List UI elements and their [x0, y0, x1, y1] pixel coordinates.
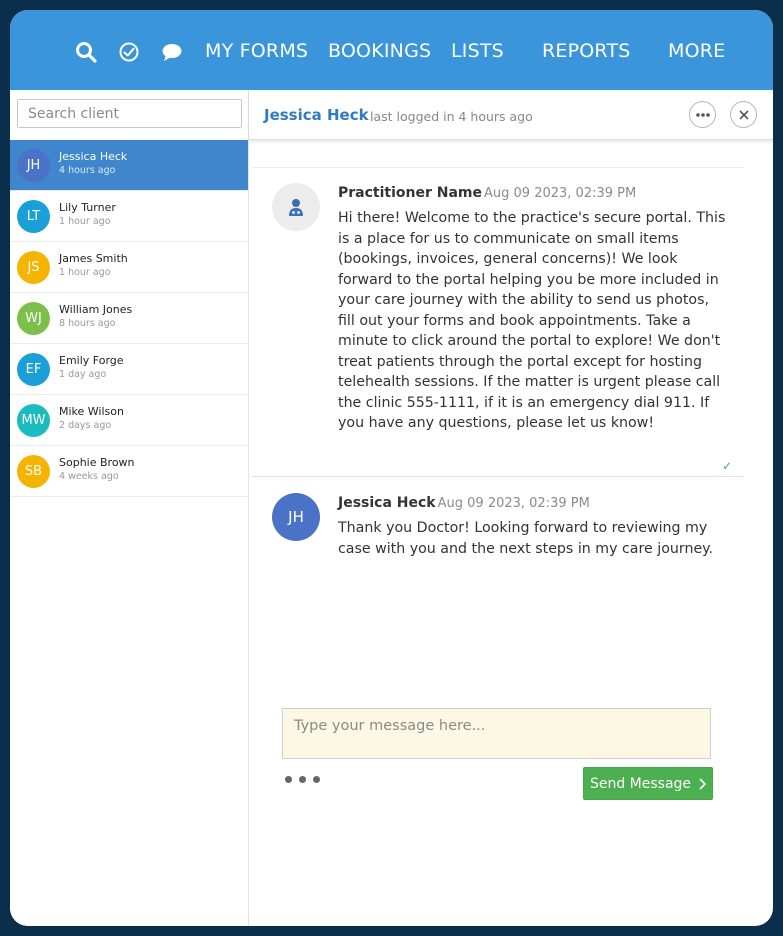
- author-name: Practitioner Name: [338, 185, 482, 201]
- client-sidebar: JH Jessica Heck 4 hours ago LT Lily Turner 1 …: [10, 90, 249, 926]
- send-message-button[interactable]: Send Message: [583, 767, 713, 800]
- close-chat-button[interactable]: [730, 101, 757, 128]
- app-frame: MY FORMS BOOKINGS LISTS REPORTS MORE JHJ…: [10, 10, 773, 926]
- client-last-seen: 2 days ago: [59, 420, 112, 431]
- message-client: JH Jessica Heck Aug 09 2023, 02:39 PM Tha…: [252, 477, 744, 577]
- search-icon[interactable]: [74, 41, 98, 63]
- client-name: William Jones: [59, 303, 133, 316]
- client-name: Lily Turner: [59, 201, 116, 214]
- client-avatar: JH: [17, 149, 50, 182]
- message-body: Thank you Doctor! Looking forward to rev…: [338, 520, 714, 557]
- client-name: Mike Wilson: [59, 405, 124, 418]
- client-avatar: WJ: [17, 302, 50, 335]
- close-icon: [738, 109, 749, 120]
- client-avatar: LT: [17, 200, 50, 233]
- client-list: JH Jessica Heck 4 hours ago LT Lily Turner 1 …: [10, 140, 248, 497]
- more-options-button[interactable]: [689, 101, 716, 128]
- chat-panel: Jessica Heck last logged in 4 hours ago …: [249, 90, 773, 926]
- client-row[interactable]: JS James Smith 1 hour ago: [10, 242, 248, 293]
- message-composer[interactable]: [282, 708, 711, 759]
- more-horizontal-icon: [695, 112, 710, 117]
- client-name: James Smith: [59, 252, 128, 265]
- more-actions-dots[interactable]: [285, 776, 327, 786]
- nav-reports[interactable]: REPORTS: [542, 40, 631, 62]
- chat-bubble-icon[interactable]: [160, 41, 184, 63]
- client-row[interactable]: LT Lily Turner 1 hour ago: [10, 191, 248, 242]
- client-last-seen: 1 day ago: [59, 369, 107, 380]
- message-timestamp: Aug 09 2023, 02:39 PM: [484, 186, 637, 201]
- client-row[interactable]: MW Mike Wilson 2 days ago: [10, 395, 248, 446]
- client-row[interactable]: SB Sophie Brown 4 weeks ago: [10, 446, 248, 497]
- message-timestamp: Aug 09 2023, 02:39 PM: [437, 496, 590, 511]
- client-last-seen: 4 hours ago: [59, 165, 116, 176]
- check-circle-icon[interactable]: [117, 41, 141, 63]
- client-last-seen: 4 weeks ago: [59, 471, 119, 482]
- client-avatar: SB: [17, 455, 50, 488]
- client-row[interactable]: EF Emily Forge 1 day ago: [10, 344, 248, 395]
- send-label: Send Message: [589, 775, 692, 792]
- client-row[interactable]: WJ William Jones 8 hours ago: [10, 293, 248, 344]
- practitioner-avatar: [272, 183, 320, 231]
- client-last-seen: 1 hour ago: [59, 216, 111, 227]
- message-author: Practitioner Name Aug 09 2023, 02:39 PM: [338, 185, 636, 201]
- message-practitioner: Practitioner Name Aug 09 2023, 02:39 PM H…: [252, 167, 744, 477]
- message-body: Hi there! Welcome to the practice's secu…: [338, 210, 726, 431]
- client-avatar: JS: [17, 251, 50, 284]
- message-author: Jessica Heck Aug 09 2023, 02:39 PM: [338, 495, 590, 511]
- nav-lists[interactable]: LISTS: [451, 40, 504, 62]
- checkmark-icon: ✓: [721, 459, 732, 473]
- client-name: Sophie Brown: [59, 456, 135, 469]
- client-last-seen: 8 hours ago: [59, 318, 116, 329]
- nav-bookings[interactable]: BOOKINGS: [328, 40, 431, 62]
- chevron-right-icon: [699, 777, 707, 790]
- top-navigation: MY FORMS BOOKINGS LISTS REPORTS MORE: [10, 10, 773, 90]
- client-row[interactable]: JH Jessica Heck 4 hours ago: [10, 140, 248, 191]
- chat-client-name[interactable]: Jessica Heck: [264, 106, 369, 124]
- nav-more[interactable]: MORE: [668, 40, 725, 62]
- client-last-seen: 1 hour ago: [59, 267, 111, 278]
- client-name: Jessica Heck: [59, 150, 128, 163]
- practitioner-icon: [289, 199, 303, 216]
- client-avatar: MW: [17, 404, 50, 437]
- nav-my-forms[interactable]: MY FORMS: [205, 40, 308, 62]
- search-client-input[interactable]: [17, 99, 242, 128]
- last-login-status: last logged in 4 hours ago: [370, 109, 533, 124]
- author-name: Jessica Heck: [338, 495, 436, 511]
- chat-header: Jessica Heck last logged in 4 hours ago: [249, 90, 773, 140]
- client-avatar: EF: [17, 353, 50, 386]
- client-message-avatar: JH: [272, 493, 320, 541]
- client-name: Emily Forge: [59, 354, 124, 367]
